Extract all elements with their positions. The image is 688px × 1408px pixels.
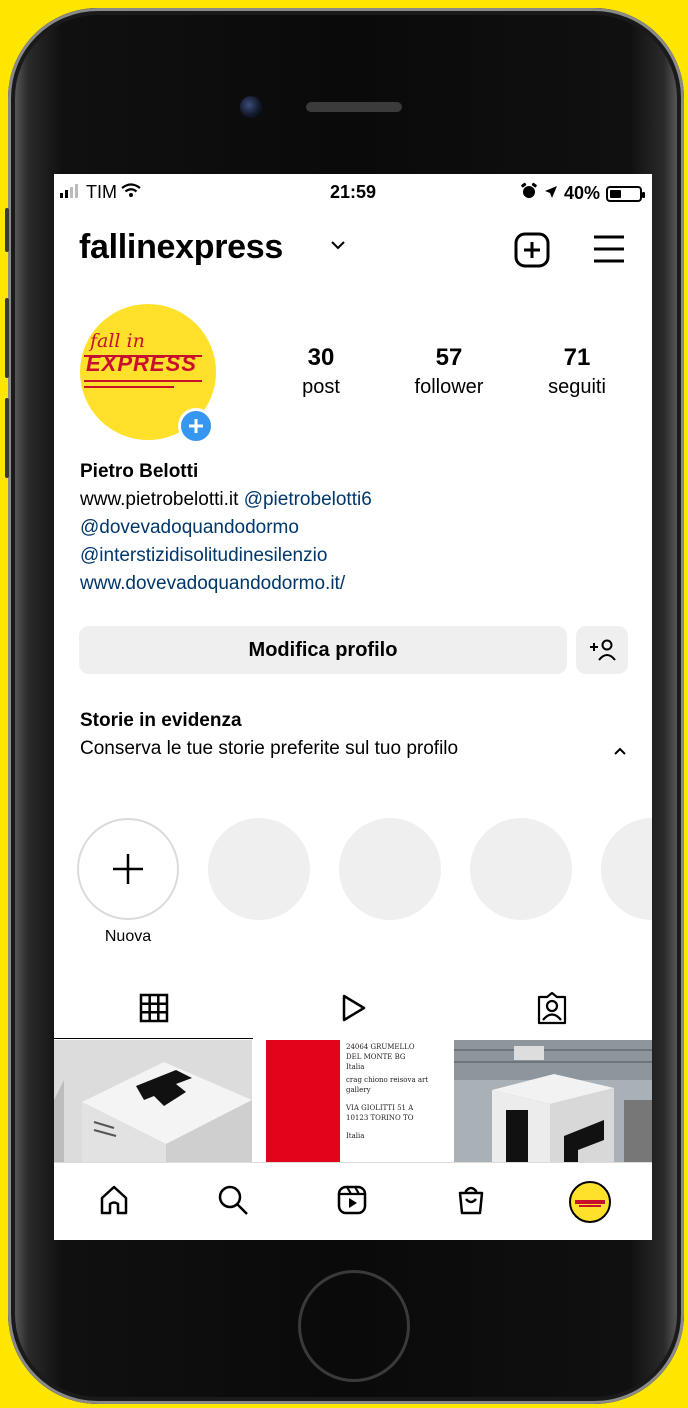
profile-name: Pietro Belotti bbox=[80, 461, 199, 482]
nav-search[interactable] bbox=[173, 1163, 292, 1240]
chevron-up-icon[interactable] bbox=[612, 744, 628, 762]
mention-link[interactable]: @pietrobelotti6 bbox=[244, 489, 372, 510]
website-link[interactable]: www.dovevadoquandodormo.it/ bbox=[80, 570, 640, 598]
edit-profile-button[interactable]: Modifica profilo bbox=[79, 626, 567, 674]
address-line: DEL MONTE BG bbox=[346, 1053, 406, 1061]
highlights-description: Conserva le tue storie preferite sul tuo… bbox=[80, 738, 459, 759]
logo-stripe bbox=[578, 1205, 601, 1207]
logo-stripe bbox=[84, 380, 202, 382]
alarm-icon bbox=[520, 182, 538, 205]
location-icon bbox=[544, 183, 558, 204]
logo-stripe bbox=[84, 386, 174, 388]
volume-down-button bbox=[5, 398, 9, 478]
nav-home[interactable] bbox=[54, 1163, 173, 1240]
address-line: crag chiono reisova art bbox=[346, 1076, 429, 1084]
followers-count[interactable]: 57 follower bbox=[394, 344, 504, 399]
stat-value: 30 bbox=[307, 344, 335, 371]
following-count[interactable]: 71 seguiti bbox=[522, 344, 632, 399]
address-line: Italia bbox=[346, 1063, 365, 1071]
post-image bbox=[54, 1040, 252, 1162]
stat-value: 71 bbox=[563, 344, 591, 371]
website-text: www.pietrobelotti.it bbox=[80, 489, 239, 510]
avatar-logo-small: fall in bbox=[90, 330, 145, 352]
add-person-icon bbox=[588, 638, 616, 667]
tab-tagged[interactable] bbox=[452, 982, 651, 1038]
screen: TIM 21:59 40% fallinexpress fall in EXPR… bbox=[54, 174, 652, 1240]
post-image bbox=[454, 1040, 652, 1162]
earpiece-speaker bbox=[306, 102, 402, 112]
highlight-placeholder bbox=[601, 818, 652, 920]
nav-shop[interactable] bbox=[411, 1163, 530, 1240]
reels-play-icon bbox=[338, 993, 368, 1028]
side-button bbox=[5, 208, 9, 252]
posts-count[interactable]: 30 post bbox=[266, 344, 376, 399]
menu-icon[interactable] bbox=[592, 234, 626, 269]
plus-icon bbox=[111, 852, 145, 891]
tab-grid[interactable] bbox=[54, 982, 253, 1038]
nav-reels[interactable] bbox=[292, 1163, 411, 1240]
stat-label: post bbox=[302, 376, 340, 398]
post-red-panel bbox=[266, 1040, 340, 1162]
reels-icon bbox=[336, 1184, 368, 1221]
username[interactable]: fallinexpress bbox=[79, 228, 283, 267]
new-highlight-button[interactable] bbox=[77, 818, 179, 920]
address-line: VIA GIOLITTI 51 A bbox=[346, 1104, 414, 1112]
avatar-logo-big: EXPRESS bbox=[86, 351, 197, 376]
home-button[interactable] bbox=[298, 1270, 410, 1382]
nav-profile[interactable] bbox=[530, 1163, 649, 1240]
mention-link[interactable]: @dovevadoquandodormo bbox=[80, 514, 640, 542]
active-tab-indicator bbox=[54, 1038, 253, 1039]
chevron-down-icon[interactable] bbox=[330, 238, 346, 256]
highlights-title: Storie in evidenza bbox=[80, 710, 242, 731]
logo-stripe bbox=[574, 1200, 605, 1204]
discover-people-button[interactable] bbox=[576, 626, 628, 674]
bottom-navigation bbox=[54, 1162, 652, 1240]
address-line: gallery bbox=[346, 1086, 371, 1094]
address-line: 24064 GRUMELLO bbox=[346, 1043, 415, 1051]
post-thumbnail[interactable] bbox=[54, 1040, 252, 1162]
stat-value: 57 bbox=[435, 344, 463, 371]
mention-link[interactable]: @interstizidisolitudinesilenzio bbox=[80, 542, 640, 570]
stat-label: seguiti bbox=[548, 376, 606, 398]
new-post-icon[interactable] bbox=[514, 232, 550, 273]
tab-reels[interactable] bbox=[253, 982, 452, 1038]
post-thumbnail[interactable]: 24064 GRUMELLO DEL MONTE BG Italia crag … bbox=[254, 1040, 452, 1162]
profile-avatar-small bbox=[568, 1181, 611, 1223]
address-line: Italia bbox=[346, 1132, 365, 1140]
front-camera bbox=[240, 96, 262, 118]
home-icon bbox=[98, 1184, 130, 1221]
post-thumbnail[interactable] bbox=[454, 1040, 652, 1162]
battery-percent: 40% bbox=[563, 183, 600, 203]
stat-label: follower bbox=[414, 376, 484, 398]
status-bar: TIM 21:59 40% bbox=[54, 174, 652, 216]
highlight-placeholder bbox=[208, 818, 310, 920]
posts-grid: 24064 GRUMELLO DEL MONTE BG Italia crag … bbox=[54, 1040, 652, 1162]
shop-icon bbox=[455, 1184, 487, 1221]
address-line: 10123 TORINO TO bbox=[346, 1114, 414, 1122]
search-icon bbox=[217, 1184, 249, 1221]
highlight-placeholder bbox=[470, 818, 572, 920]
grid-icon bbox=[139, 993, 169, 1028]
new-highlight-label: Nuova bbox=[104, 928, 152, 945]
post-address-text: 24064 GRUMELLO DEL MONTE BG Italia crag … bbox=[346, 1042, 446, 1141]
profile-header: fallinexpress bbox=[54, 224, 652, 280]
battery-icon bbox=[606, 185, 645, 202]
add-story-plus-icon[interactable] bbox=[178, 408, 214, 444]
volume-up-button bbox=[5, 298, 9, 378]
profile-bio: Pietro Belotti www.pietrobelotti.it @pie… bbox=[80, 458, 640, 598]
highlight-placeholder bbox=[339, 818, 441, 920]
tagged-user-icon bbox=[536, 991, 568, 1030]
profile-tabs bbox=[54, 982, 652, 1038]
